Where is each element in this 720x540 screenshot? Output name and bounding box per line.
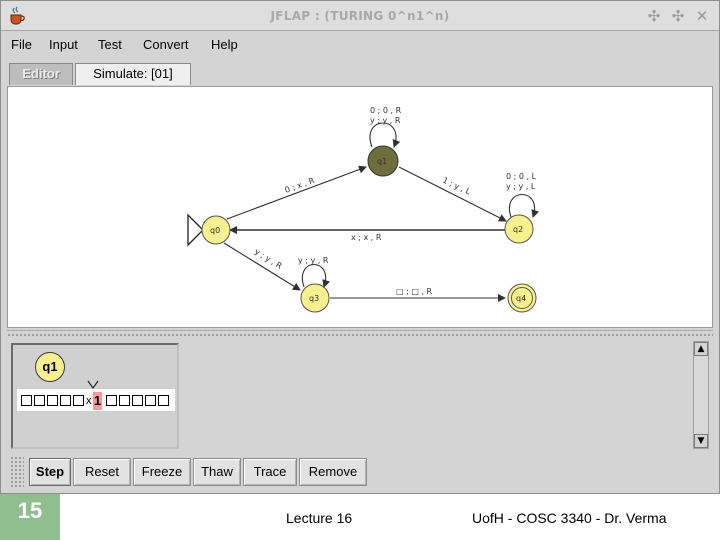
menu-input[interactable]: Input: [49, 37, 78, 52]
tab-simulate[interactable]: Simulate: [01]: [75, 63, 191, 85]
footer-course: UofH - COSC 3340 - Dr. Verma: [472, 510, 667, 526]
state-label: q0: [210, 226, 220, 235]
transition-label: y ; y , L: [506, 182, 536, 191]
tape-cell-blank: [34, 395, 45, 406]
configuration-panel[interactable]: q1 x1: [11, 343, 179, 449]
transition-q1-q2: [398, 166, 507, 222]
state-label: q2: [513, 225, 523, 234]
maximize-icon[interactable]: ✣: [669, 7, 687, 25]
reset-button[interactable]: Reset: [73, 458, 131, 486]
initial-state-marker: [187, 213, 204, 247]
transition-q2-loop: [508, 194, 540, 218]
footer-lecture: Lecture 16: [286, 510, 353, 526]
minimize-icon[interactable]: ✣: [645, 7, 663, 25]
transition-q0-q1: [226, 165, 367, 220]
menu-bar: File Input Test Convert Help: [1, 32, 719, 58]
tape-cell-blank: [47, 395, 58, 406]
scroll-up-icon[interactable]: ▲: [694, 342, 708, 356]
transition-label: 0 ; 0 , R: [370, 106, 402, 115]
transition-label: 1 ; y , L: [441, 176, 472, 197]
menu-convert[interactable]: Convert: [143, 37, 189, 52]
step-button[interactable]: Step: [29, 458, 71, 486]
automaton-diagram: 0 ; 0 , R y ; y , R 0 ; x , R 1 ; y , L …: [187, 106, 540, 313]
transition-label: 0 ; 0 , L: [506, 172, 537, 181]
state-q4[interactable]: q4: [507, 283, 537, 313]
thaw-button[interactable]: Thaw: [193, 458, 241, 486]
tape-cell-blank: [145, 395, 156, 406]
state-label: q1: [377, 157, 387, 166]
slide-number: 15: [0, 494, 60, 540]
tape-cell-blank: [119, 395, 130, 406]
tape-cell-blank: [106, 395, 117, 406]
divider-grip: [7, 333, 713, 337]
close-icon[interactable]: ✕: [693, 7, 711, 25]
configuration-state: q1: [35, 352, 65, 382]
transition-q1-loop: [369, 122, 401, 148]
transition-label: y ; y , R: [298, 256, 329, 265]
scroll-down-icon[interactable]: ▼: [694, 434, 708, 448]
menu-help[interactable]: Help: [211, 37, 238, 52]
state-q1[interactable]: q1: [367, 145, 399, 177]
tape-cell-symbol: x: [86, 395, 92, 407]
state-q0[interactable]: q0: [201, 215, 231, 245]
tape-cell-blank: [60, 395, 71, 406]
transition-label: y ; y , R: [253, 247, 284, 271]
transition-label: x ; x , R: [351, 233, 382, 242]
state-label: q4: [516, 294, 526, 303]
toolbar-grip[interactable]: [10, 456, 24, 488]
remove-button[interactable]: Remove: [299, 458, 367, 486]
title-bar[interactable]: JFLAP : (TURING 0^n1^n) ✣ ✣ ✕: [1, 1, 719, 31]
jflap-window: JFLAP : (TURING 0^n1^n) ✣ ✣ ✕ File Input…: [0, 0, 720, 494]
tab-row: Editor Simulate: [01]: [1, 58, 719, 86]
tape-cell-blank: [158, 395, 169, 406]
tape: x1: [17, 389, 175, 411]
state-label: q3: [309, 294, 319, 303]
simulation-toolbar: Step Reset Freeze Thaw Trace Remove: [7, 453, 713, 491]
state-q2[interactable]: q2: [504, 214, 534, 244]
menu-file[interactable]: File: [11, 37, 32, 52]
window-title: JFLAP : (TURING 0^n1^n): [270, 9, 450, 23]
automaton-canvas[interactable]: 0 ; 0 , R y ; y , R 0 ; x , R 1 ; y , L …: [7, 86, 713, 328]
configuration-area: q1 x1 ▲ ▼: [7, 339, 713, 451]
transition-label: □ ; □ , R: [396, 287, 433, 296]
menu-test[interactable]: Test: [98, 37, 122, 52]
tape-cell-blank: [73, 395, 84, 406]
vertical-scrollbar[interactable]: ▲ ▼: [693, 341, 709, 449]
split-pane-divider[interactable]: [7, 330, 713, 338]
tab-editor[interactable]: Editor: [9, 63, 73, 85]
transition-label: y ; y , R: [370, 116, 401, 125]
trace-button[interactable]: Trace: [243, 458, 297, 486]
state-q3[interactable]: q3: [300, 283, 330, 313]
tape-cell-blank: [132, 395, 143, 406]
freeze-button[interactable]: Freeze: [133, 458, 191, 486]
tape-head-cell: 1: [93, 392, 102, 410]
tape-cell-blank: [21, 395, 32, 406]
